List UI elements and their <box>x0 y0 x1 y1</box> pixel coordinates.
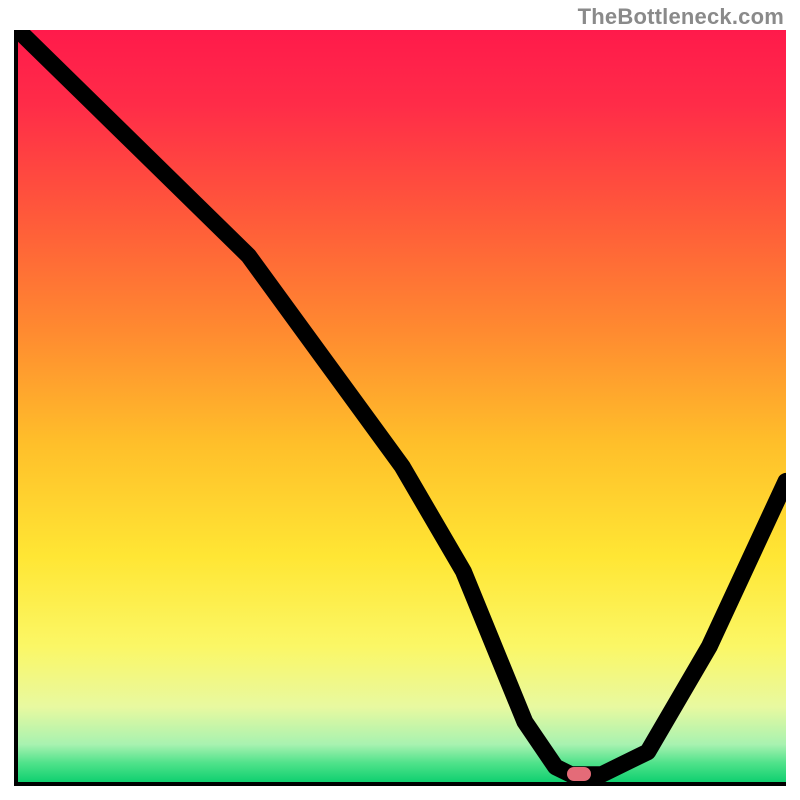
series-marker <box>567 767 591 781</box>
plot-area <box>14 30 786 786</box>
chart-line <box>18 30 786 782</box>
watermark-text: TheBottleneck.com <box>578 4 784 30</box>
chart-container: TheBottleneck.com <box>0 0 800 800</box>
